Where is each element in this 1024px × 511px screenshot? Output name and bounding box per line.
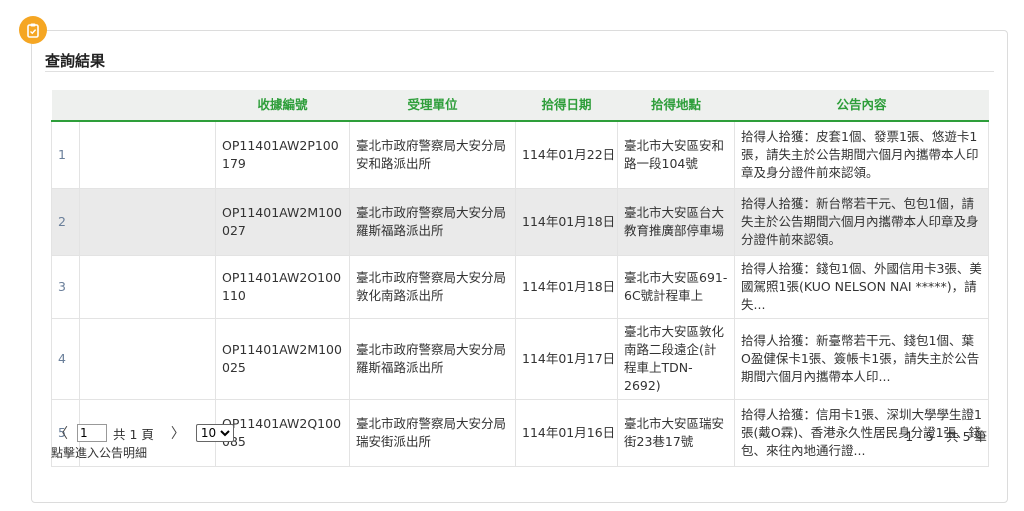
row-blank <box>79 188 216 256</box>
found-date: 114年01月16日 <box>515 399 618 467</box>
table-row[interactable]: 2 OP11401AW2M100027 臺北市政府警察局大安分局羅斯福路派出所 … <box>51 188 989 256</box>
found-date: 114年01月22日 <box>515 120 618 189</box>
found-date: 114年01月17日 <box>515 318 618 400</box>
receipt-no: OP11401AW2Q100085 <box>215 399 350 467</box>
row-index: 4 <box>51 318 80 400</box>
unit: 臺北市政府警察局大安分局敦化南路派出所 <box>349 255 516 319</box>
table-header-row: 收據編號 受理單位 拾得日期 拾得地點 公告內容 <box>51 90 989 122</box>
unit: 臺北市政府警察局大安分局瑞安街派出所 <box>349 399 516 467</box>
section-title: 查詢結果 <box>45 52 106 70</box>
detail-hint: 點擊進入公告明細 <box>51 446 148 460</box>
prev-page-button[interactable]: 〈 <box>51 423 71 443</box>
notice-content: 拾得人拾獲：皮套1個、發票1張、悠遊卡1張，請失主於公告期間六個月內攜帶本人印章… <box>734 120 989 189</box>
receipt-no: OP11401AW2P100179 <box>215 120 350 189</box>
header-index <box>51 90 80 122</box>
receipt-no: OP11401AW2M100025 <box>215 318 350 400</box>
header-receipt-no[interactable]: 收據編號 <box>215 90 350 122</box>
unit: 臺北市政府警察局大安分局羅斯福路派出所 <box>349 318 516 400</box>
row-index: 2 <box>51 188 80 256</box>
unit: 臺北市政府警察局大安分局羅斯福路派出所 <box>349 188 516 256</box>
results-table: 收據編號 受理單位 拾得日期 拾得地點 公告內容 1 OP11401AW2P10… <box>51 90 989 467</box>
clipboard-icon <box>19 16 47 44</box>
found-location: 臺北市大安區敦化南路二段遠企(計程車上TDN-2692) <box>617 318 735 400</box>
row-index: 1 <box>51 120 80 189</box>
found-date: 114年01月18日 <box>515 188 618 256</box>
table-row[interactable]: 3 OP11401AW2O100110 臺北市政府警察局大安分局敦化南路派出所 … <box>51 255 989 319</box>
found-location: 臺北市大安區瑞安街23巷17號 <box>617 399 735 467</box>
unit: 臺北市政府警察局大安分局安和路派出所 <box>349 120 516 189</box>
notice-content: 拾得人拾獲：新台幣若干元、包包1個，請失主於公告期間六個月內攜帶本人印章及身分證… <box>734 188 989 256</box>
next-page-button[interactable]: 〉 <box>168 423 188 443</box>
header-blank <box>79 90 216 122</box>
row-blank <box>79 255 216 319</box>
receipt-no: OP11401AW2O100110 <box>215 255 350 319</box>
notice-content: 拾得人拾獲：錢包1個、外國信用卡3張、美國駕照1張(KUO NELSON NAI… <box>734 255 989 319</box>
found-date: 114年01月18日 <box>515 255 618 319</box>
page-number-input[interactable] <box>77 424 107 442</box>
header-date[interactable]: 拾得日期 <box>515 90 618 122</box>
table-row[interactable]: 1 OP11401AW2P100179 臺北市政府警察局大安分局安和路派出所 1… <box>51 120 989 189</box>
receipt-no: OP11401AW2M100027 <box>215 188 350 256</box>
page-size-select[interactable]: 10 <box>195 424 234 442</box>
found-location: 臺北市大安區台大教育推廣部停車場 <box>617 188 735 256</box>
record-count: 1 - 5 共 5 筆 <box>905 429 987 444</box>
header-unit[interactable]: 受理單位 <box>349 90 516 122</box>
header-content[interactable]: 公告內容 <box>734 90 989 122</box>
table-row[interactable]: 4 OP11401AW2M100025 臺北市政府警察局大安分局羅斯福路派出所 … <box>51 318 989 400</box>
notice-content: 拾得人拾獲：新臺幣若干元、錢包1個、葉O盈健保卡1張、簽帳卡1張，請失主於公告期… <box>734 318 989 400</box>
total-pages: 共 1 頁 <box>113 426 154 442</box>
title-divider <box>45 71 994 72</box>
found-location: 臺北市大安區安和路一段104號 <box>617 120 735 189</box>
row-index: 3 <box>51 255 80 319</box>
row-blank <box>79 318 216 400</box>
pagination: 〈 共 1 頁 〉 10 <box>51 423 234 443</box>
row-blank <box>79 120 216 189</box>
header-location[interactable]: 拾得地點 <box>617 90 735 122</box>
found-location: 臺北市大安區691-6C號計程車上 <box>617 255 735 319</box>
